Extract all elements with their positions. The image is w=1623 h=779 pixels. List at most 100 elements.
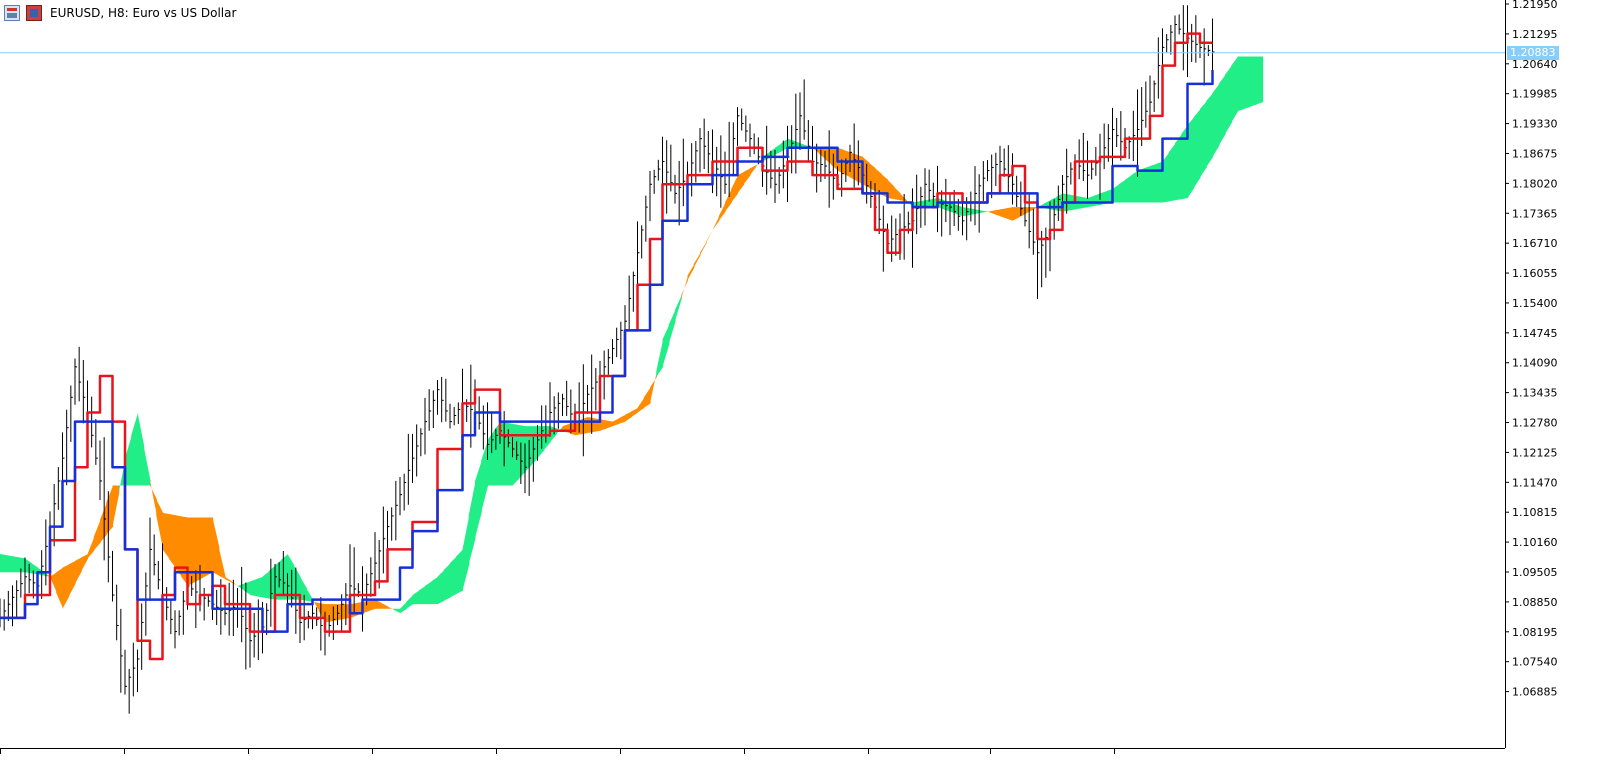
cloud-segment-bullish	[243, 581, 251, 596]
cloud-segment-bullish	[662, 324, 670, 367]
cloud-segment-bullish	[287, 553, 295, 600]
cloud-segment-bearish	[93, 519, 101, 551]
cloud-segment-bearish	[100, 502, 107, 543]
cloud-segment-bearish	[1025, 207, 1032, 214]
cloud-segment-bullish	[418, 585, 426, 605]
cloud-segment-bullish	[487, 430, 495, 486]
cloud-segment-bullish	[475, 460, 482, 538]
price-bars	[0, 5, 1215, 714]
cloud-segment-bearish	[900, 193, 907, 202]
cloud-segment-bullish	[981, 210, 989, 213]
cloud-segment-bullish	[456, 549, 464, 594]
cloud-segment-bullish	[425, 581, 432, 605]
cloud-segment-bullish	[462, 515, 470, 591]
cloud-segment-bearish	[581, 417, 589, 435]
cloud-segment-bearish	[637, 397, 645, 413]
cloud-segment-bullish	[412, 590, 420, 605]
cloud-segment-bearish	[718, 202, 726, 221]
cloud-segment-bearish	[850, 152, 857, 181]
cloud-segment-bullish	[1231, 56, 1239, 123]
cloud-segment-bearish	[712, 216, 720, 230]
cloud-segment-bullish	[6, 555, 14, 573]
cloud-segment-bearish	[693, 252, 701, 268]
y-axis-tick-label: 1.18675	[1512, 147, 1558, 160]
chart-window: EURUSD, H8: Euro vs US Dollar 1.21950 1.2…	[0, 0, 1623, 779]
cloud-segment-bullish	[1225, 65, 1232, 135]
cloud-segment-bearish	[81, 553, 89, 572]
symbol-flag-icon	[26, 5, 42, 21]
cloud-segment-bearish	[725, 188, 732, 212]
chart-window-icon[interactable]	[4, 5, 20, 21]
cloud-segment-bullish	[1206, 93, 1214, 168]
cloud-segment-bullish	[131, 412, 139, 486]
cloud-segment-bullish	[1137, 168, 1145, 203]
cloud-segment-bullish	[775, 143, 782, 155]
y-axis-tick-label: 1.20640	[1512, 58, 1558, 71]
y-axis-tick-label: 1.18020	[1512, 177, 1558, 190]
cloud-segment-bullish	[443, 563, 451, 601]
cloud-segment-bullish	[250, 579, 257, 597]
cloud-segment-bullish	[137, 412, 145, 486]
cloud-segment-bearish	[1006, 207, 1014, 221]
cloud-segment-bearish	[106, 485, 114, 535]
cloud-segment-bullish	[1168, 143, 1176, 202]
y-axis-tick-label: 1.14745	[1512, 327, 1558, 340]
cloud-segment-bullish	[12, 556, 20, 573]
cloud-segment-bullish	[668, 309, 676, 345]
cloud-segment-bearish	[687, 264, 695, 281]
cloud-segment-bullish	[1175, 134, 1182, 201]
cloud-segment-bullish	[437, 569, 445, 605]
cloud-segment-bullish	[1250, 56, 1257, 107]
cloud-segment-bearish	[618, 414, 626, 424]
cloud-segment-bearish	[62, 564, 70, 609]
cloud-segment-bearish	[825, 147, 832, 165]
cloud-segment-bullish	[1243, 56, 1251, 109]
y-axis-tick-label: 1.16710	[1512, 237, 1558, 250]
cloud-segment-bearish	[225, 576, 232, 583]
y-axis-tick-label: 1.10160	[1512, 536, 1558, 549]
y-axis-tick-label: 1.17365	[1512, 207, 1558, 220]
cloud-segment-bullish	[1050, 196, 1057, 211]
cloud-segment-bullish	[656, 339, 664, 378]
y-axis-tick-label: 1.19985	[1512, 88, 1558, 101]
cloud-segment-bearish	[750, 164, 757, 176]
y-axis-tick-label: 1.08850	[1512, 596, 1558, 609]
y-axis-tick-label: 1.15400	[1512, 297, 1558, 310]
y-axis-tick-label: 1.21950	[1512, 0, 1558, 11]
cloud-segment-bearish	[612, 418, 620, 427]
cloud-segment-bullish	[675, 294, 682, 322]
y-axis-tick-label: 1.09505	[1512, 566, 1558, 579]
cloud-segment-bearish	[162, 512, 170, 559]
cloud-segment-bearish	[731, 175, 739, 203]
y-axis-tick-label: 1.11470	[1512, 476, 1558, 489]
cloud-segment-bullish	[1118, 179, 1126, 203]
cloud-segment-bullish	[950, 202, 957, 214]
cloud-segment-bullish	[468, 480, 476, 565]
cloud-segment-bullish	[1237, 56, 1245, 112]
y-axis-tick-label: 1.10815	[1512, 506, 1558, 519]
cloud-segment-bullish	[262, 571, 270, 599]
cloud-segment-bearish	[156, 499, 164, 550]
cloud-segment-bearish	[893, 186, 901, 201]
cloud-segment-bullish	[1193, 108, 1201, 188]
cloud-segment-bearish	[375, 599, 382, 609]
cloud-segment-bearish	[606, 420, 614, 429]
y-axis-tick-label: 1.21295	[1512, 28, 1558, 41]
cloud-segment-bullish	[1212, 83, 1220, 157]
cloud-segment-bearish	[1000, 208, 1007, 219]
cloud-segment-bearish	[200, 517, 207, 580]
cloud-segment-bearish	[587, 417, 595, 434]
cloud-segment-bullish	[25, 558, 32, 574]
cloud-segment-bearish	[993, 209, 1001, 217]
cloud-segment-bearish	[112, 485, 120, 527]
cloud-segment-bearish	[706, 229, 714, 243]
cloud-segment-bearish	[650, 371, 657, 404]
chart-plot-area[interactable]: 1.21950 1.21295 1.20640 1.19985 1.19330 1.186…	[0, 0, 1623, 779]
cloud-segment-bearish	[337, 604, 345, 621]
chart-title: EURUSD, H8: Euro vs US Dollar	[50, 6, 237, 20]
cloud-segment-bullish	[431, 576, 439, 605]
cloud-segment-bearish	[743, 168, 751, 185]
y-axis-tick-label: 1.07540	[1512, 656, 1558, 669]
cloud-segment-bullish	[256, 576, 264, 598]
cloud-segment-bearish	[368, 599, 376, 612]
